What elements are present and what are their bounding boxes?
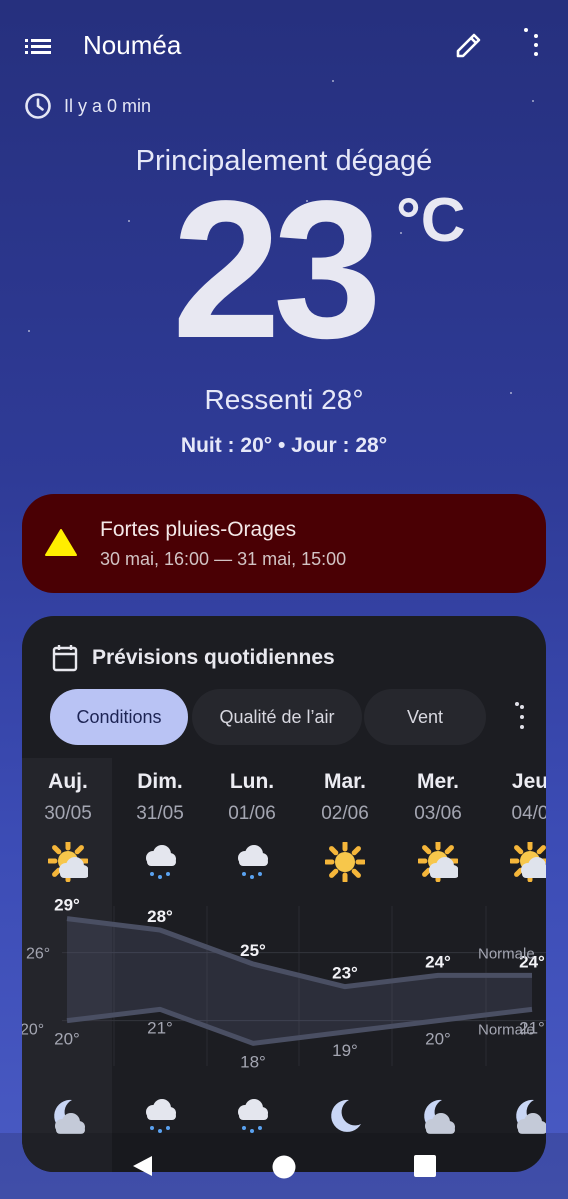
moon-cloud-icon <box>48 1096 88 1136</box>
moon-cloud-icon <box>418 1096 458 1136</box>
system-navigation-bar <box>0 1133 568 1199</box>
more-options-button[interactable] <box>514 28 538 62</box>
home-icon[interactable] <box>271 1154 297 1180</box>
tab-conditions[interactable]: Conditions <box>50 689 188 745</box>
rain-icon <box>140 842 180 882</box>
day-date: 02/06 <box>321 803 369 824</box>
menu-button[interactable] <box>22 30 56 60</box>
sun-icon <box>323 840 367 884</box>
pencil-icon <box>456 33 481 58</box>
day-name: Mar. <box>323 770 367 793</box>
rain-icon <box>140 1096 180 1136</box>
sun-cloud-icon <box>416 839 460 883</box>
sun-cloud-icon <box>508 839 546 883</box>
high-temp-label: 24° <box>425 952 451 971</box>
forecast-more-button[interactable] <box>510 702 524 732</box>
temperature-chart: 29°20°28°21°25°18°23°19°24°20°24°21°26°2… <box>22 896 546 1071</box>
day-date: 04/0 <box>511 803 547 824</box>
daily-forecast-card: Prévisions quotidiennes Conditions Quali… <box>22 616 546 1172</box>
back-icon[interactable] <box>130 1154 154 1178</box>
forecast-title: Prévisions quotidiennes <box>92 646 335 669</box>
last-updated-text: Il y a 0 min <box>64 95 152 116</box>
high-temp-label: 29° <box>54 896 80 915</box>
more-vert-icon <box>524 28 538 56</box>
normal-high-label: Normale <box>478 946 535 963</box>
day-name: Jeu <box>511 770 546 793</box>
current-temperature: 23 °C <box>172 172 472 368</box>
normal-high-value: 26° <box>26 946 50 963</box>
temperature-value: 23 <box>172 160 382 379</box>
day-name: Lun. <box>229 770 275 793</box>
weather-alert-card[interactable]: Fortes pluies-Orages 30 mai, 16:00 — 31 … <box>22 494 546 593</box>
more-vert-icon <box>515 702 524 729</box>
edit-button[interactable] <box>452 28 486 62</box>
rain-icon <box>232 842 272 882</box>
normal-low-label: Normale <box>478 1022 535 1039</box>
city-title: Nouméa <box>83 30 182 60</box>
day-date: 30/05 <box>44 803 92 824</box>
day-date: 03/06 <box>414 803 462 824</box>
moon-icon <box>325 1096 365 1136</box>
low-temp-label: 19° <box>332 1041 358 1060</box>
last-updated: Il y a 0 min <box>24 92 151 120</box>
high-temp-label: 23° <box>332 964 358 983</box>
alert-period: 30 mai, 16:00 — 31 mai, 15:00 <box>100 549 347 569</box>
feels-like: Ressenti 28° <box>204 384 364 415</box>
day-name: Dim. <box>137 770 183 793</box>
calendar-icon <box>52 645 78 672</box>
day-date: 01/06 <box>228 803 276 824</box>
low-temp-label: 18° <box>240 1052 266 1071</box>
alert-title: Fortes pluies-Orages <box>100 518 297 541</box>
top-app-bar: Nouméa <box>0 0 568 90</box>
clock-icon <box>25 93 51 119</box>
night-day-temps: Nuit : 20° • Jour : 28° <box>180 434 388 457</box>
sun-cloud-icon <box>46 839 90 883</box>
low-temp-label: 20° <box>54 1030 80 1049</box>
high-temp-label: 25° <box>240 941 266 960</box>
tab-air-quality[interactable]: Qualité de l’air <box>192 689 362 745</box>
warning-icon <box>45 529 77 556</box>
normal-low-value: 20° <box>22 1022 44 1039</box>
day-name: Auj. <box>48 770 88 793</box>
tab-wind[interactable]: Vent <box>364 689 486 745</box>
temperature-unit: °C <box>396 186 466 255</box>
low-temp-label: 21° <box>147 1018 173 1037</box>
recents-icon[interactable] <box>414 1155 436 1177</box>
forecast-header: Prévisions quotidiennes <box>52 644 335 672</box>
rain-icon <box>232 1096 272 1136</box>
high-temp-label: 28° <box>147 907 173 926</box>
day-date: 31/05 <box>136 803 184 824</box>
moon-cloud-icon <box>510 1096 546 1136</box>
low-temp-label: 20° <box>425 1030 451 1049</box>
day-name: Mer. <box>416 770 460 793</box>
